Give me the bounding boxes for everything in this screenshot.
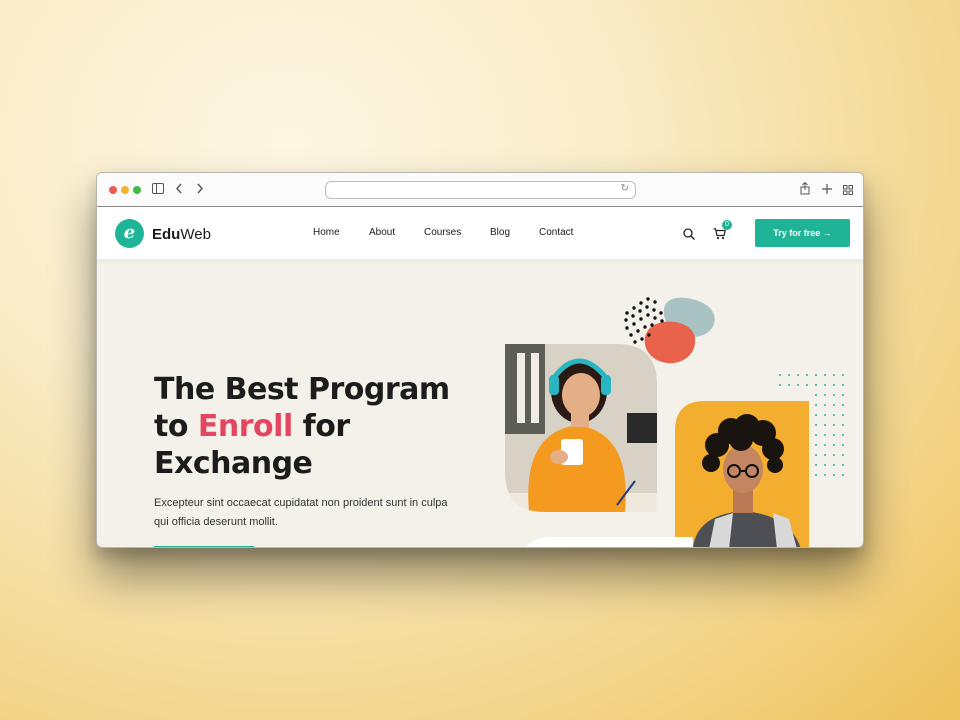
decorative-blob-red [644, 321, 696, 364]
student-photo-2 [675, 401, 809, 547]
browser-window: ↻ e EduWeb Home About Courses Blog Conta… [96, 172, 864, 548]
student-photo-1 [505, 344, 657, 512]
info-card [526, 537, 693, 547]
hero-illustration [505, 297, 844, 547]
